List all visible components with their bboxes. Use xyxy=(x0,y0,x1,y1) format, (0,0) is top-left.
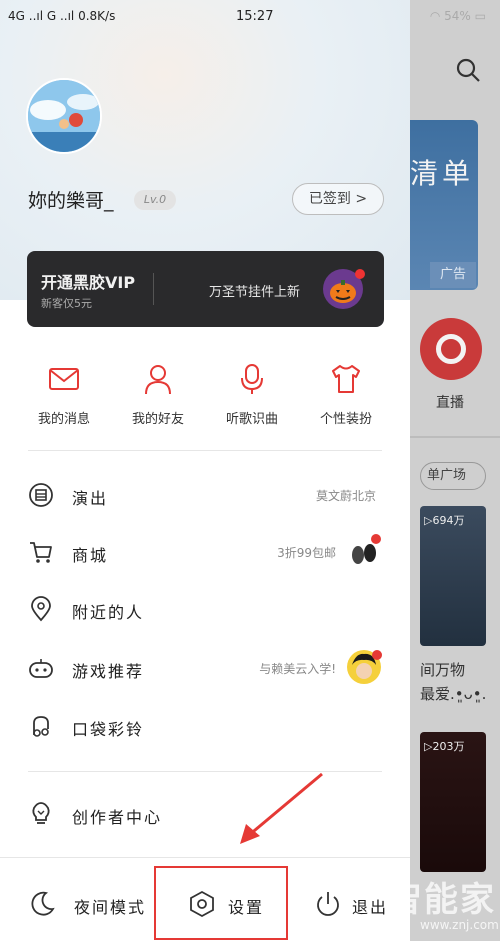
wifi-icon: ◠ xyxy=(429,9,441,23)
bell-music-icon xyxy=(33,716,49,737)
watermark-url: www.znj.com xyxy=(420,918,499,932)
divider xyxy=(410,436,500,438)
avatar[interactable] xyxy=(26,78,102,154)
background-app: 清单 广告 直播 单广场 ▷694万 间万物 最爱.•͈ᴗ•͈. ▷203万 xyxy=(410,0,500,941)
side-drawer: 妳的樂哥_ Lv.0 已签到 > 开通黑胶VIP 新客仅5元 万圣节挂件上新 我… xyxy=(0,0,410,941)
menu-item-games[interactable]: 游戏推荐 与赖美云入学! xyxy=(28,647,382,691)
playlist-title: 间万物 最爱.•͈ᴗ•͈. xyxy=(420,661,487,703)
quick-action-label: 我的消息 xyxy=(37,412,90,427)
anime-avatar-thumbnail xyxy=(347,650,382,684)
quick-action-messages[interactable]: 我的消息 xyxy=(19,362,109,427)
search-icon[interactable] xyxy=(454,56,484,86)
lightbulb-icon xyxy=(32,802,50,824)
menu-item-label: 演出 xyxy=(72,489,109,508)
divider xyxy=(0,857,410,858)
vip-banner[interactable]: 开通黑胶VIP 新客仅5元 万圣节挂件上新 xyxy=(27,251,384,327)
quick-action-dressup[interactable]: 个性装扮 xyxy=(301,362,391,427)
watermark-text: 智能家 xyxy=(388,880,496,920)
vip-subtitle: 新客仅5元 xyxy=(41,297,92,310)
menu-item-shows[interactable]: 演出 莫文蔚北京 xyxy=(28,474,382,518)
signin-button[interactable]: 已签到 > xyxy=(292,183,384,215)
ticket-icon xyxy=(29,483,53,507)
username[interactable]: 妳的樂哥_ xyxy=(28,186,114,213)
menu-item-label: 创作者中心 xyxy=(72,808,163,827)
gamepad-icon xyxy=(29,659,53,678)
location-icon xyxy=(31,596,51,622)
divider xyxy=(153,273,154,305)
background-banner-text: 清单 xyxy=(410,157,475,190)
notification-dot xyxy=(355,269,365,279)
ad-badge: 广告 xyxy=(430,262,476,288)
quick-action-label: 个性装扮 xyxy=(319,412,372,427)
tshirt-icon xyxy=(332,365,360,393)
live-label: 直播 xyxy=(436,395,464,411)
menu-item-label: 商城 xyxy=(72,546,109,565)
quick-action-label: 听歌识曲 xyxy=(225,412,278,427)
quick-action-label: 我的好友 xyxy=(131,412,184,427)
battery-status: ◠ 54% ▭ xyxy=(430,9,486,23)
night-mode-button[interactable]: 夜间模式 xyxy=(28,890,158,920)
menu-item-mall[interactable]: 商城 3折99包邮 xyxy=(28,531,382,575)
annotation-highlight-box xyxy=(154,866,288,940)
menu-item-hint: 莫文蔚北京 xyxy=(315,489,376,503)
battery-icon: ▭ xyxy=(474,9,486,23)
power-icon xyxy=(317,892,339,916)
menu-item-hint: 与赖美云入学! xyxy=(259,662,336,676)
quick-action-friends[interactable]: 我的好友 xyxy=(113,362,203,427)
live-icon-inner xyxy=(436,334,466,364)
vip-title: 开通黑胶VIP xyxy=(41,273,136,292)
mic-icon xyxy=(241,364,263,394)
play-count: ▷203万 xyxy=(424,740,465,753)
clock: 15:27 xyxy=(236,9,274,24)
menu-item-label: 附近的人 xyxy=(72,603,145,622)
night-mode-label: 夜间模式 xyxy=(74,898,147,917)
menu-item-hint: 3折99包邮 xyxy=(277,546,336,560)
menu-item-label: 游戏推荐 xyxy=(72,662,145,681)
quick-action-song-recognition[interactable]: 听歌识曲 xyxy=(207,362,297,427)
menu-item-label: 口袋彩铃 xyxy=(72,720,145,739)
menu-item-ringtone[interactable]: 口袋彩铃 xyxy=(28,705,382,749)
vip-promo: 万圣节挂件上新 xyxy=(209,285,301,300)
annotation-arrow xyxy=(240,772,323,844)
earbuds-thumbnail xyxy=(352,534,381,564)
person-icon xyxy=(145,365,171,395)
network-status: 4G ..ıl G ..ıl 0.8K/s xyxy=(8,9,116,23)
playlist-plaza-button[interactable]: 单广场 xyxy=(420,462,486,490)
battery-level: 54% xyxy=(444,9,471,23)
quick-actions: 我的消息 我的好友 听歌识曲 个性装扮 xyxy=(0,362,410,432)
mail-icon xyxy=(49,368,79,390)
cart-icon xyxy=(30,542,52,563)
status-bar: 4G ..ıl G ..ıl 0.8K/s 15:27 ◠ 54% ▭ xyxy=(0,0,500,34)
level-badge: Lv.0 xyxy=(134,190,176,210)
divider xyxy=(28,450,382,451)
menu-item-nearby[interactable]: 附近的人 xyxy=(28,588,382,632)
play-count: ▷694万 xyxy=(424,514,465,527)
logout-label: 退出 xyxy=(352,898,389,917)
moon-icon xyxy=(31,891,55,916)
